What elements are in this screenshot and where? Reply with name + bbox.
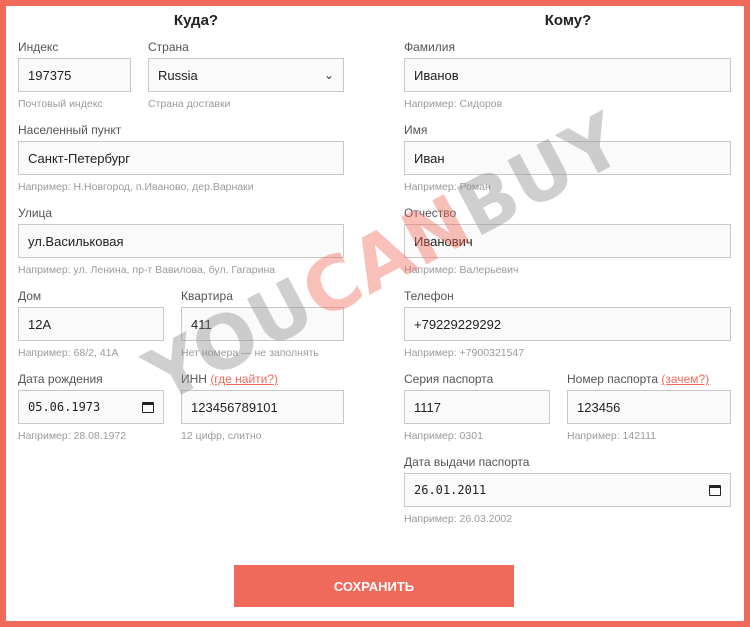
passport-number-input[interactable]: 123456 (567, 390, 731, 424)
recipient-heading: Кому? (544, 12, 592, 29)
birth-date-label: Дата рождения (18, 372, 103, 386)
patronymic-hint: Например: Валерьевич (404, 264, 519, 276)
name-hint: Например: Роман (404, 181, 491, 193)
street-hint: Например: ул. Ленина, пр-т Вавилова, бул… (18, 264, 276, 276)
index-hint: Почтовый индекс (18, 98, 103, 110)
passport-date-value: 26.01.2011 (414, 483, 487, 497)
street-label: Улица (18, 206, 53, 220)
surname-label: Фамилия (404, 40, 455, 54)
chevron-down-icon: ⌄ (323, 68, 334, 82)
street-input[interactable]: ул.Васильковая (18, 224, 344, 258)
house-hint: Например: 68/2, 41А (18, 347, 119, 359)
surname-input[interactable]: Иванов (404, 58, 731, 92)
patronymic-input[interactable]: Иванович (404, 224, 731, 258)
phone-label: Телефон (404, 289, 454, 303)
apartment-label: Квартира (181, 289, 233, 303)
passport-series-label: Серия паспорта (404, 372, 494, 386)
inn-label: ИНН (181, 372, 207, 386)
passport-why-link[interactable]: (зачем?) (661, 372, 709, 386)
calendar-icon[interactable] (142, 401, 154, 413)
house-label: Дом (18, 289, 42, 303)
birth-date-value: 05.06.1973 (28, 400, 101, 414)
passport-series-input[interactable]: 1117 (404, 390, 550, 424)
city-input[interactable]: Санкт-Петербург (18, 141, 344, 175)
passport-number-label: Номер паспорта (567, 372, 659, 386)
form-panel: Куда? Индекс 197375 Почтовый индекс Стра… (6, 6, 744, 621)
save-button[interactable]: СОХРАНИТЬ (234, 565, 514, 607)
index-label: Индекс (18, 40, 59, 54)
calendar-icon[interactable] (709, 484, 721, 496)
apartment-hint: Нет номера — не заполнять (181, 347, 319, 359)
birth-date-input[interactable]: 05.06.1973 (18, 390, 164, 424)
country-select-value: Russia (158, 67, 198, 83)
passport-number-hint: Например: 142111 (567, 430, 657, 442)
inn-label-row: ИНН (где найти?) (181, 372, 278, 386)
name-label: Имя (404, 123, 428, 137)
delivery-heading: Куда? (173, 12, 219, 29)
surname-hint: Например: Сидоров (404, 98, 503, 110)
inn-input[interactable]: 123456789101 (181, 390, 344, 424)
patronymic-label: Отчество (404, 206, 457, 220)
apartment-input[interactable]: 411 (181, 307, 344, 341)
city-label: Населенный пункт (18, 123, 122, 137)
phone-input[interactable]: +79229229292 (404, 307, 731, 341)
passport-series-hint: Например: 0301 (404, 430, 483, 442)
name-input[interactable]: Иван (404, 141, 731, 175)
birth-date-hint: Например: 28.08.1972 (18, 430, 127, 442)
country-label: Страна (148, 40, 189, 54)
passport-number-label-row: Номер паспорта (зачем?) (567, 372, 709, 386)
passport-date-label: Дата выдачи паспорта (404, 455, 530, 469)
inn-help-link[interactable]: (где найти?) (210, 372, 278, 386)
passport-date-input[interactable]: 26.01.2011 (404, 473, 731, 507)
index-input[interactable]: 197375 (18, 58, 131, 92)
country-hint: Страна доставки (148, 98, 231, 110)
city-hint: Например: Н.Новгород, п.Иваново, дер.Вар… (18, 181, 254, 193)
inn-hint: 12 цифр, слитно (181, 430, 262, 442)
country-select[interactable]: Russia ⌄ (148, 58, 344, 92)
passport-date-hint: Например: 26.03.2002 (404, 513, 513, 525)
house-input[interactable]: 12А (18, 307, 164, 341)
phone-hint: Например: +7900321547 (404, 347, 525, 359)
